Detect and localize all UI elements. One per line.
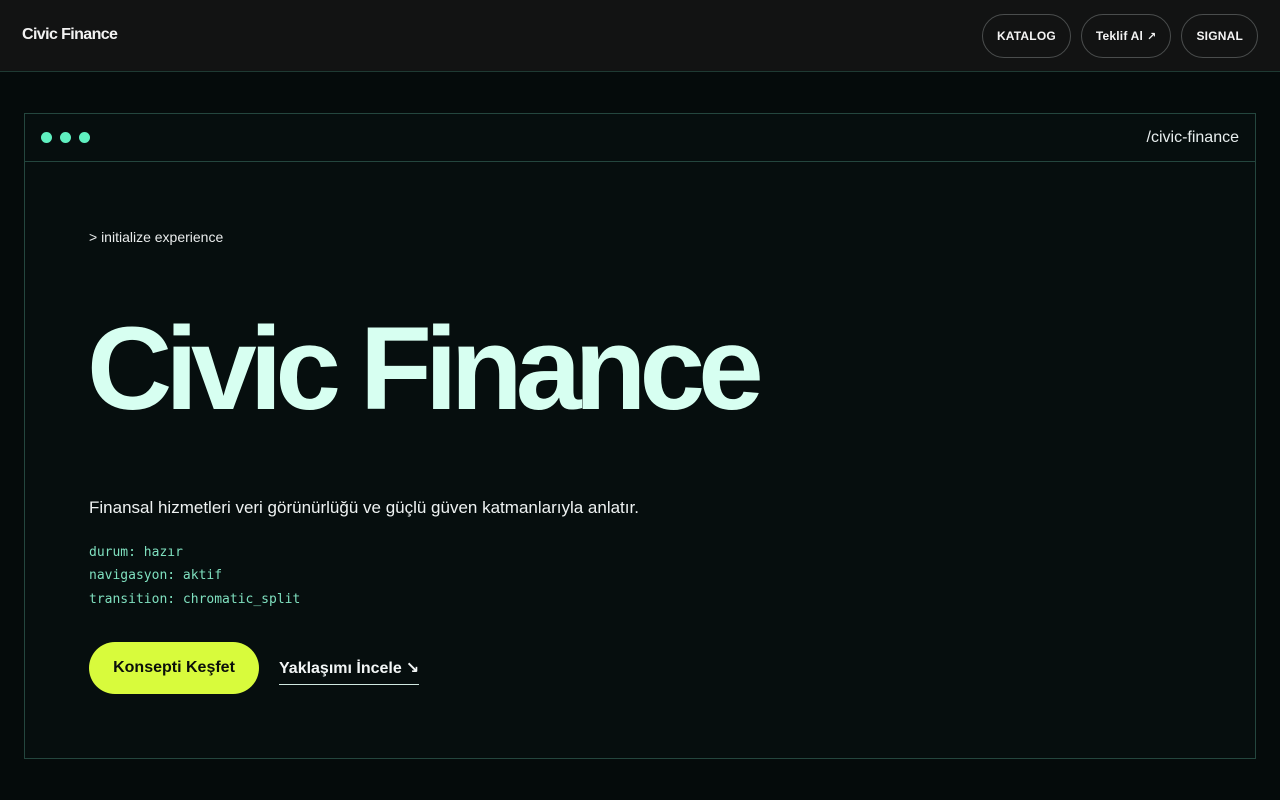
- hero-title: Civic Finance: [87, 303, 764, 435]
- status-line-transition: transition: chromatic_split: [89, 592, 301, 607]
- nav-signal-label: SIGNAL: [1196, 29, 1243, 43]
- terminal-window: /civic-finance > initialize experience C…: [24, 113, 1256, 759]
- status-line-navigasyon: navigasyon: aktif: [89, 568, 223, 583]
- arrow-down-right-icon: ↘: [405, 660, 420, 677]
- window-dot-icon: [79, 132, 90, 143]
- command-prompt: > initialize experience: [89, 229, 224, 245]
- nav-signal-button[interactable]: SIGNAL: [1181, 14, 1258, 58]
- window-dot-icon: [41, 132, 52, 143]
- explore-concept-button[interactable]: Konsepti Keşfet: [89, 642, 259, 694]
- window-dots: [41, 132, 90, 143]
- status-line-durum: durum: hazır: [89, 545, 183, 560]
- top-bar: Civic Finance KATALOG Teklif Al ↗ SIGNAL: [0, 0, 1280, 72]
- review-approach-label: Yaklaşımı İncele: [279, 660, 402, 677]
- nav-katalog-button[interactable]: KATALOG: [981, 14, 1071, 58]
- top-nav: KATALOG Teklif Al ↗ SIGNAL: [981, 14, 1258, 58]
- nav-teklif-al-label: Teklif Al: [1095, 29, 1144, 43]
- review-approach-link[interactable]: Yaklaşımı İncele ↘: [279, 658, 420, 685]
- window-dot-icon: [60, 132, 71, 143]
- brand-logo[interactable]: Civic Finance: [22, 26, 118, 44]
- nav-katalog-label: KATALOG: [996, 29, 1056, 43]
- hero-description: Finansal hizmetleri veri görünürlüğü ve …: [89, 498, 639, 517]
- arrow-up-right-icon: ↗: [1147, 30, 1157, 43]
- window-title-bar: /civic-finance: [25, 114, 1255, 162]
- window-path: /civic-finance: [1146, 129, 1239, 146]
- nav-teklif-al-button[interactable]: Teklif Al ↗: [1080, 14, 1172, 58]
